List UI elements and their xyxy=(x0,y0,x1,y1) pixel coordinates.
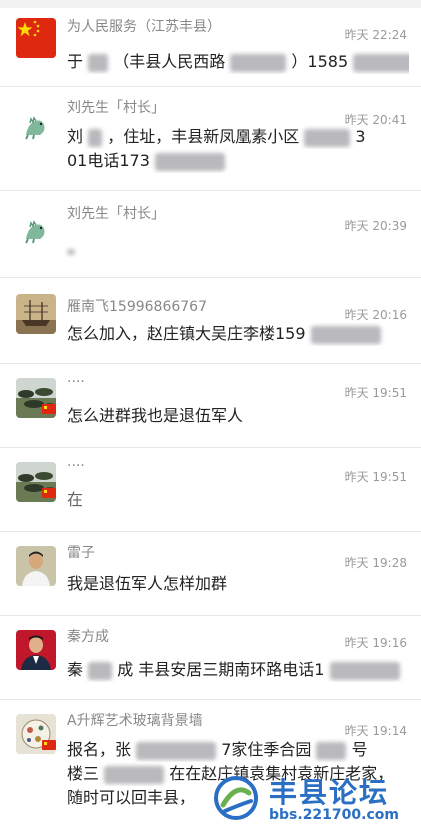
flag-badge-icon xyxy=(42,404,56,414)
preview-text: 号 xyxy=(351,740,368,759)
chat-name: 雁南飞15996866767 xyxy=(67,299,207,315)
chat-preview: 怎么加入，赵庄镇大吴庄李楼159 xyxy=(67,322,409,346)
preview-text: （丰县人民西路 xyxy=(113,52,226,71)
dinosaur-icon xyxy=(16,209,56,249)
redacted-text xyxy=(316,741,347,760)
chat-item[interactable]: 雷子 昨天 19:28 我是退伍军人怎样加群 xyxy=(0,532,421,616)
chat-preview: 在 xyxy=(67,490,84,509)
redacted-text xyxy=(329,661,400,680)
chat-time: 昨天 19:51 xyxy=(344,470,407,484)
redacted-text xyxy=(155,152,225,171)
redacted-text xyxy=(88,53,109,72)
chat-name: A升辉艺术玻璃背景墙 xyxy=(67,713,203,729)
chat-item[interactable]: 刘先生「村长」 昨天 20:39 xyxy=(0,191,421,278)
chat-time: 昨天 19:51 xyxy=(344,386,407,400)
preview-text: ）1585 xyxy=(291,52,349,71)
chat-name: ···· xyxy=(67,374,85,390)
chat-time: 昨天 22:24 xyxy=(344,28,407,42)
preview-text: 随时可以回丰县， xyxy=(67,788,196,807)
chat-name: 刘先生「村长」 xyxy=(67,206,165,222)
preview-text: 7家住季合园 xyxy=(221,740,312,759)
man-photo xyxy=(16,546,56,586)
dinosaur-icon xyxy=(16,105,56,145)
preview-text: 怎么加入，赵庄镇大吴庄李楼159 xyxy=(67,324,306,343)
redacted-text xyxy=(353,53,409,72)
chat-item[interactable]: 秦方成 昨天 19:16 秦 成 丰县安居三期南环路电话1 xyxy=(0,616,421,700)
chat-preview: 于 （丰县人民西路 ）1585 xyxy=(67,50,409,74)
preview-text: 成 丰县安居三期南环路电话1 xyxy=(117,660,325,679)
chat-item[interactable]: 雁南飞15996866767 昨天 20:16 怎么加入，赵庄镇大吴庄李楼159 xyxy=(0,278,421,364)
chat-name: 秦方成 xyxy=(67,629,109,645)
chat-time: 昨天 19:14 xyxy=(344,724,407,738)
chat-name: 刘先生「村长」 xyxy=(67,100,165,116)
flag-badge-icon xyxy=(42,488,56,498)
chat-item[interactable]: ···· 昨天 19:51 在 xyxy=(0,448,421,532)
top-strip xyxy=(0,0,421,8)
redacted-text xyxy=(230,53,287,72)
preview-text: 秦 xyxy=(67,660,84,679)
chat-preview: 我是退伍军人怎样加群 xyxy=(67,574,228,593)
china-flag-icon xyxy=(16,18,56,58)
preview-text: 3 xyxy=(355,127,366,146)
redacted-text xyxy=(67,248,75,255)
chat-item[interactable]: 刘先生「村长」 昨天 20:41 刘 ，住址，丰县新凤凰素小区 3 01电话17… xyxy=(0,87,421,191)
officer-photo xyxy=(16,630,56,670)
chat-name: ···· xyxy=(67,458,85,474)
watermark-title: 丰县论坛 xyxy=(269,776,390,809)
preview-text: 报名，张 xyxy=(67,740,132,759)
chat-name: 为人民服务（江苏丰县） xyxy=(67,19,221,35)
redacted-text xyxy=(88,128,103,147)
preview-text: ，住址，丰县新凤凰素小区 xyxy=(107,127,300,146)
watermark-url: bbs.221700.com xyxy=(269,807,399,823)
redacted-text xyxy=(136,741,217,760)
chat-time: 昨天 20:39 xyxy=(344,219,407,233)
forum-logo-icon xyxy=(214,776,258,820)
redacted-text xyxy=(104,765,165,784)
redacted-text xyxy=(88,661,113,680)
redacted-text xyxy=(310,325,381,344)
chat-preview xyxy=(67,239,409,263)
chat-time: 昨天 19:16 xyxy=(344,636,407,650)
chat-preview: 怎么进群我也是退伍军人 xyxy=(67,406,244,425)
sailing-ship-photo xyxy=(16,294,56,334)
site-watermark: 丰县论坛 bbs.221700.com xyxy=(213,769,413,829)
chat-list: 为人民服务（江苏丰县） 昨天 22:24 于 （丰县人民西路 ）1585 刘先生… xyxy=(0,8,421,830)
preview-text: 于 xyxy=(67,52,84,71)
preview-text: 楼三 xyxy=(67,764,100,783)
chat-preview: 刘 ，住址，丰县新凤凰素小区 3 01电话173 xyxy=(67,125,409,173)
chat-preview: 秦 成 丰县安居三期南环路电话1 xyxy=(67,658,409,682)
flag-badge-icon xyxy=(42,740,56,750)
chat-item[interactable]: 为人民服务（江苏丰县） 昨天 22:24 于 （丰县人民西路 ）1585 xyxy=(0,8,421,87)
chat-item[interactable]: ···· 昨天 19:51 怎么进群我也是退伍军人 xyxy=(0,364,421,448)
chat-time: 昨天 19:28 xyxy=(344,556,407,570)
chat-time: 昨天 20:16 xyxy=(344,308,407,322)
preview-text: 刘 xyxy=(67,127,84,146)
chat-name: 雷子 xyxy=(67,545,95,561)
redacted-text xyxy=(304,128,351,147)
preview-text: 01电话173 xyxy=(67,151,150,170)
